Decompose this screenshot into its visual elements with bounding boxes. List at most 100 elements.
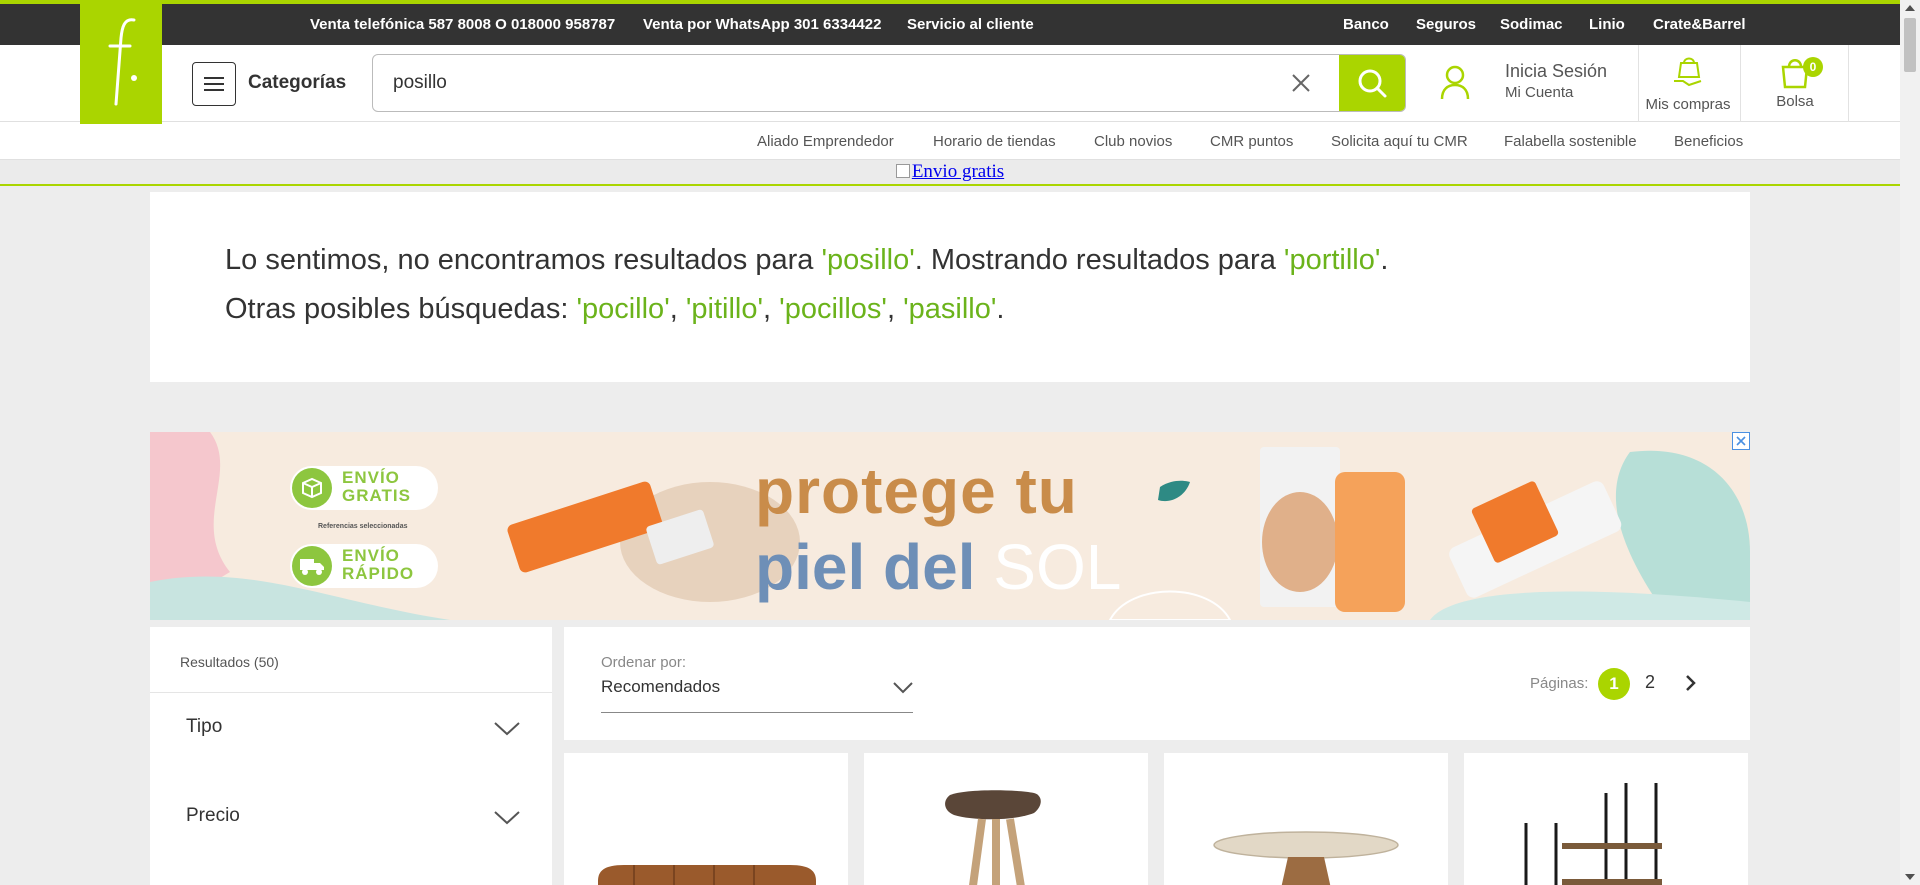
searched-term: 'posillo' bbox=[821, 244, 915, 276]
badge-note: Referencias seleccionadas bbox=[318, 523, 408, 530]
my-account-link[interactable]: Mi Cuenta bbox=[1505, 84, 1573, 101]
results-count: Resultados (50) bbox=[180, 654, 279, 670]
nav-cmr-puntos[interactable]: CMR puntos bbox=[1210, 133, 1293, 150]
product-card[interactable] bbox=[864, 753, 1148, 885]
main-header: Categorías Inicia Sesión Mi Cuenta M bbox=[0, 45, 1900, 122]
box-icon bbox=[292, 468, 332, 508]
user-icon bbox=[1440, 65, 1470, 100]
nav-aliado-emprendedor[interactable]: Aliado Emprendedor bbox=[757, 133, 894, 150]
free-shipping-link[interactable]: Envio gratis bbox=[895, 161, 1005, 182]
clear-search-button[interactable] bbox=[1288, 70, 1314, 96]
bar-stool-image bbox=[945, 790, 1041, 885]
nav-falabella-sostenible[interactable]: Falabella sostenible bbox=[1504, 133, 1637, 150]
sort-label: Ordenar por: bbox=[601, 654, 687, 671]
message-text: Otras posibles búsquedas: bbox=[225, 293, 577, 325]
chevron-down-icon[interactable] bbox=[493, 810, 521, 826]
shopping-bag-hand-icon bbox=[1674, 57, 1702, 87]
free-shipping-badge: ENVÍO GRATIS bbox=[290, 466, 438, 510]
badge-line: RÁPIDO bbox=[342, 564, 415, 583]
secondary-nav: Aliado Emprendedor Horario de tiendas Cl… bbox=[0, 122, 1900, 160]
suggestion-link[interactable]: 'pocillo' bbox=[576, 293, 669, 325]
topbar-link-cratebarrel[interactable]: Crate&Barrel bbox=[1653, 16, 1746, 33]
badge-line: GRATIS bbox=[342, 486, 411, 505]
header-divider bbox=[1848, 45, 1849, 122]
nav-horario-tiendas[interactable]: Horario de tiendas bbox=[933, 133, 1056, 150]
my-purchases-label: Mis compras bbox=[1645, 96, 1731, 113]
fast-shipping-badge-text: ENVÍO RÁPIDO bbox=[342, 547, 414, 583]
chevron-down-icon[interactable] bbox=[493, 721, 521, 737]
divider bbox=[150, 692, 552, 693]
header-divider bbox=[1740, 45, 1741, 122]
search-input[interactable] bbox=[393, 55, 1273, 111]
sort-underline bbox=[601, 712, 913, 713]
no-results-line: Lo sentimos, no encontramos resultados p… bbox=[225, 244, 1388, 277]
broken-image-icon bbox=[895, 164, 910, 178]
ad-close-button[interactable] bbox=[1732, 432, 1750, 450]
suggestion-link[interactable]: 'pocillos' bbox=[779, 293, 887, 325]
sofa-image bbox=[598, 865, 816, 885]
search-button[interactable] bbox=[1339, 55, 1405, 111]
round-table-image bbox=[1213, 831, 1399, 885]
message-text: Lo sentimos, no encontramos resultados p… bbox=[225, 244, 822, 276]
falabella-logo[interactable] bbox=[80, 0, 162, 124]
chevron-right-icon[interactable] bbox=[1685, 674, 1697, 692]
login-link[interactable]: Inicia Sesión bbox=[1505, 61, 1607, 82]
no-results-message: Lo sentimos, no encontramos resultados p… bbox=[150, 192, 1750, 382]
badge-line: ENVÍO bbox=[342, 546, 400, 565]
filter-precio[interactable]: Precio bbox=[186, 805, 240, 827]
page-scrollbar[interactable] bbox=[1900, 0, 1920, 885]
product-card[interactable] bbox=[1464, 753, 1748, 885]
cart-button[interactable]: 0 Bolsa bbox=[1760, 55, 1830, 110]
phone-sales-link[interactable]: Venta telefónica 587 8008 O 018000 95878… bbox=[310, 16, 615, 33]
message-text: . Mostrando resultados para bbox=[914, 244, 1284, 276]
fast-shipping-badge: ENVÍO RÁPIDO bbox=[290, 544, 438, 588]
topbar-link-seguros[interactable]: Seguros bbox=[1416, 16, 1476, 33]
customer-service-link[interactable]: Servicio al cliente bbox=[907, 16, 1034, 33]
free-shipping-text: Envio gratis bbox=[911, 161, 1005, 182]
page-1-button[interactable]: 1 bbox=[1598, 668, 1630, 700]
nav-solicita-cmr[interactable]: Solicita aquí tu CMR bbox=[1331, 133, 1468, 150]
product-card[interactable] bbox=[1164, 753, 1448, 885]
banner-headline-2: piel del SOL bbox=[755, 530, 1121, 604]
promo-strip: Envio gratis bbox=[0, 160, 1900, 186]
topbar-link-banco[interactable]: Banco bbox=[1343, 16, 1389, 33]
close-icon bbox=[1292, 74, 1310, 92]
categories-label[interactable]: Categorías bbox=[248, 72, 346, 94]
topbar-link-linio[interactable]: Linio bbox=[1589, 16, 1625, 33]
suggestion-link[interactable]: 'pitillo' bbox=[686, 293, 763, 325]
topbar-link-sodimac[interactable]: Sodimac bbox=[1500, 16, 1563, 33]
account-button[interactable] bbox=[1440, 65, 1470, 106]
truck-icon bbox=[292, 546, 332, 586]
page-2-button[interactable]: 2 bbox=[1645, 672, 1655, 693]
sort-select[interactable]: Recomendados bbox=[601, 677, 720, 697]
search-box bbox=[372, 54, 1406, 112]
nav-club-novios[interactable]: Club novios bbox=[1094, 133, 1172, 150]
badge-line: ENVÍO bbox=[342, 468, 400, 487]
cart-count-badge: 0 bbox=[1803, 57, 1823, 77]
bag-label: Bolsa bbox=[1776, 93, 1814, 110]
my-purchases-button[interactable]: Mis compras bbox=[1638, 55, 1738, 113]
corrected-term-link[interactable]: 'portillo' bbox=[1284, 244, 1381, 276]
pages-label: Páginas: bbox=[1530, 675, 1589, 692]
nav-beneficios[interactable]: Beneficios bbox=[1674, 133, 1743, 150]
banner-headline-text: SOL bbox=[993, 531, 1122, 603]
promo-banner[interactable]: ENVÍO GRATIS Referencias seleccionadas EN… bbox=[150, 432, 1750, 620]
suggestion-link[interactable]: 'pasillo' bbox=[903, 293, 996, 325]
message-text: . bbox=[1380, 244, 1389, 276]
suggestions-line: Otras posibles búsquedas: 'pocillo', 'pi… bbox=[225, 293, 1005, 325]
scroll-thumb[interactable] bbox=[1904, 18, 1916, 72]
sort-bar: Ordenar por: Recomendados Páginas: 1 2 bbox=[564, 627, 1750, 740]
filter-tipo[interactable]: Tipo bbox=[186, 716, 222, 738]
close-icon bbox=[1736, 436, 1746, 446]
categories-menu-button[interactable] bbox=[192, 62, 236, 106]
free-shipping-badge-text: ENVÍO GRATIS bbox=[342, 469, 411, 505]
whatsapp-sales-link[interactable]: Venta por WhatsApp 301 6334422 bbox=[643, 16, 881, 33]
product-card[interactable] bbox=[564, 753, 848, 885]
scroll-down-arrow[interactable] bbox=[1905, 874, 1915, 880]
chevron-down-icon[interactable] bbox=[892, 681, 914, 695]
falabella-f-icon bbox=[108, 18, 137, 106]
shelf-image bbox=[1524, 783, 1662, 885]
filters-panel: Resultados (50) Tipo Precio bbox=[150, 627, 552, 885]
scroll-up-arrow[interactable] bbox=[1905, 5, 1915, 11]
top-bar: Venta telefónica 587 8008 O 018000 95878… bbox=[0, 0, 1900, 45]
